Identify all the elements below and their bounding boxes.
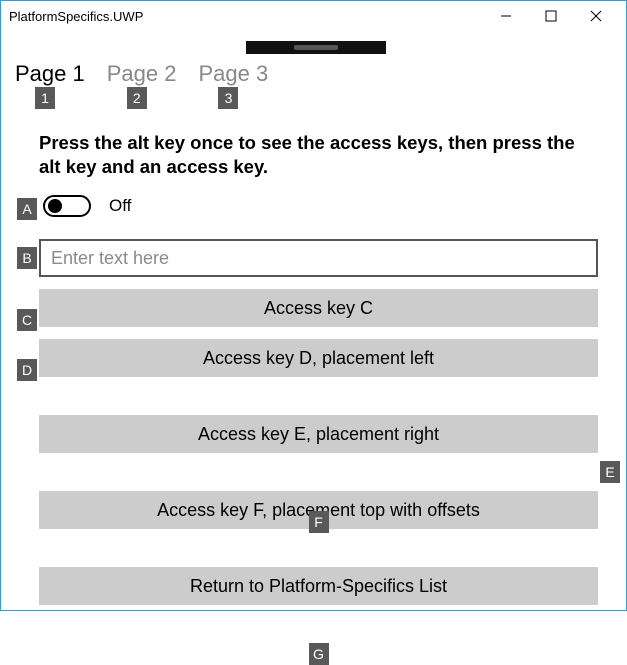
instruction-text: Press the alt key once to see the access… bbox=[39, 131, 598, 179]
text-entry-input[interactable] bbox=[39, 239, 598, 277]
access-key-d-button[interactable]: Access key D, placement left bbox=[39, 339, 598, 377]
tab-strip: Page 1 1 Page 2 2 Page 3 3 bbox=[15, 61, 268, 89]
toggle-state-label: Off bbox=[109, 196, 131, 216]
debug-bar bbox=[246, 41, 386, 54]
close-button[interactable] bbox=[573, 2, 618, 30]
tab-label: Page 2 bbox=[107, 61, 177, 86]
key-tip: G bbox=[309, 643, 329, 665]
key-tip: 1 bbox=[35, 87, 55, 109]
key-tip: D bbox=[17, 359, 37, 381]
tab-page-1[interactable]: Page 1 1 bbox=[15, 61, 85, 89]
key-tip: 2 bbox=[127, 87, 147, 109]
toggle-switch[interactable] bbox=[43, 195, 91, 217]
button-label: Access key E, placement right bbox=[198, 424, 439, 445]
tab-page-3[interactable]: Page 3 3 bbox=[198, 61, 268, 89]
access-key-e-button[interactable]: Access key E, placement right bbox=[39, 415, 598, 453]
key-tip: C bbox=[17, 309, 37, 331]
key-tip: A bbox=[17, 198, 37, 220]
button-label: Return to Platform-Specifics List bbox=[190, 576, 447, 597]
button-label: Access key D, placement left bbox=[203, 348, 434, 369]
maximize-button[interactable] bbox=[528, 2, 573, 30]
toggle-knob bbox=[48, 199, 62, 213]
content-area: Press the alt key once to see the access… bbox=[39, 131, 598, 605]
window-title: PlatformSpecifics.UWP bbox=[9, 9, 143, 24]
toggle-row: Off bbox=[39, 195, 598, 217]
tab-label: Page 3 bbox=[198, 61, 268, 86]
button-label: Access key C bbox=[264, 298, 373, 319]
return-button[interactable]: Return to Platform-Specifics List bbox=[39, 567, 598, 605]
key-tip: 3 bbox=[218, 87, 238, 109]
key-tip: F bbox=[309, 511, 329, 533]
minimize-button[interactable] bbox=[483, 2, 528, 30]
titlebar: PlatformSpecifics.UWP bbox=[1, 1, 626, 31]
key-tip: B bbox=[17, 247, 37, 269]
tab-label: Page 1 bbox=[15, 61, 85, 86]
tab-page-2[interactable]: Page 2 2 bbox=[107, 61, 177, 89]
key-tip: E bbox=[600, 461, 620, 483]
access-key-c-button[interactable]: Access key C bbox=[39, 289, 598, 327]
